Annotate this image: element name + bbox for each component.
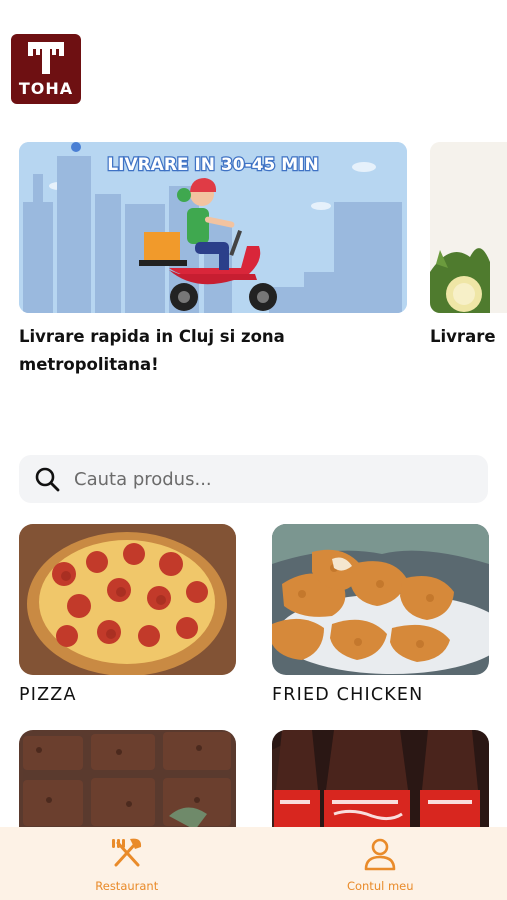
- nav-label-restaurant: Restaurant: [95, 879, 159, 893]
- category-image-pizza: [19, 524, 236, 675]
- search-input[interactable]: [74, 468, 454, 490]
- promo-card-second[interactable]: Livrare: [430, 142, 507, 351]
- logo-t-mark-icon: [28, 42, 64, 74]
- fried-chicken-photo: [272, 524, 489, 675]
- search-bar[interactable]: [19, 455, 488, 503]
- promo-caption-second: Livrare: [430, 327, 496, 346]
- app-screen: TOHA LIVRARE IN 30-45 MIN Livrare rapida…: [0, 0, 507, 900]
- promo-image-second: [430, 142, 507, 313]
- search-icon: [35, 467, 60, 492]
- category-image-fried-chicken: [272, 524, 489, 675]
- bottom-navigation: Restaurant Contul meu: [0, 827, 507, 900]
- toha-logo[interactable]: TOHA: [11, 34, 81, 104]
- category-pizza[interactable]: PIZZA: [19, 524, 236, 705]
- promo-carousel[interactable]: LIVRARE IN 30-45 MIN Livrare rapida in C…: [0, 142, 507, 382]
- herbs-food-illustration: [430, 142, 507, 313]
- promo-card-delivery[interactable]: LIVRARE IN 30-45 MIN Livrare rapida in C…: [19, 142, 407, 379]
- category-fried-chicken[interactable]: FRIED CHICKEN: [272, 524, 489, 705]
- promo-image-delivery: LIVRARE IN 30-45 MIN: [19, 142, 407, 313]
- category-label-fried-chicken: FRIED CHICKEN: [272, 685, 424, 705]
- promo-caption: Livrare rapida in Cluj si zona metropoli…: [19, 327, 285, 374]
- logo-text: TOHA: [18, 79, 74, 98]
- user-icon: [364, 838, 396, 871]
- category-label-pizza: PIZZA: [19, 685, 77, 705]
- nav-item-account[interactable]: Contul meu: [254, 827, 507, 900]
- fork-knife-icon: [111, 838, 141, 867]
- promo-banner-text: LIVRARE IN 30-45 MIN: [107, 155, 318, 175]
- pizza-photo: [19, 524, 236, 675]
- delivery-scooter-illustration: LIVRARE IN 30-45 MIN: [19, 142, 407, 313]
- nav-label-account: Contul meu: [346, 879, 414, 893]
- nav-item-restaurant[interactable]: Restaurant: [0, 827, 254, 900]
